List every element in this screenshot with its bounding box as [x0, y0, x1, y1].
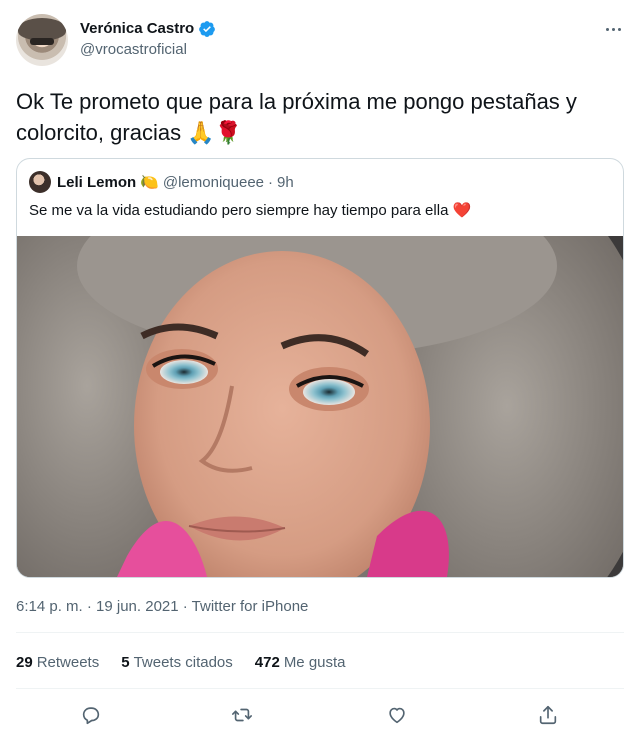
more-icon[interactable]	[602, 20, 624, 38]
tweet-stats: 29 Retweets 5 Tweets citados 472 Me gusta	[16, 654, 346, 671]
quoted-separator: ·	[268, 173, 274, 191]
divider	[16, 632, 624, 633]
quoted-author-handle: @lemoniqueee	[162, 173, 265, 191]
selfie-photo-illustration	[17, 236, 623, 577]
divider	[16, 688, 624, 689]
likes-count: 472	[254, 654, 280, 671]
quoted-photo[interactable]	[17, 236, 623, 577]
quoted-author-name: Leli Lemon	[57, 173, 137, 191]
quoted-tweet-text: Se me va la vida estudiando pero siempre…	[29, 202, 472, 219]
share-icon[interactable]	[537, 704, 561, 728]
retweet-icon[interactable]	[231, 704, 255, 728]
quoted-author-avatar	[29, 171, 51, 193]
verified-badge-icon	[199, 21, 216, 37]
tweet-timestamp-source[interactable]: 6:14 p. m. · 19 jun. 2021 · Twitter for …	[16, 598, 308, 615]
avatar-glasses-shape	[30, 38, 54, 45]
tweet-card: Verónica Castro @vrocastroficial Ok Te p…	[0, 0, 640, 740]
author-handle[interactable]: @vrocastroficial	[80, 41, 187, 58]
quote-tweets-stat[interactable]: 5 Tweets citados	[121, 654, 233, 671]
retweets-stat[interactable]: 29 Retweets	[16, 654, 99, 671]
author-display-name[interactable]: Verónica Castro	[80, 19, 216, 39]
tweet-text: Ok Te prometo que para la próxima me pon…	[16, 89, 577, 145]
likes-label: Me gusta	[283, 654, 346, 671]
quoted-timestamp: 9h	[277, 173, 294, 191]
quote-tweets-label: Tweets citados	[133, 654, 233, 671]
avatar-hat-shape	[18, 18, 66, 40]
quote-tweets-count: 5	[121, 654, 130, 671]
retweets-label: Retweets	[36, 654, 100, 671]
reply-icon[interactable]	[80, 704, 104, 728]
quoted-tweet-header: Leli Lemon 🍋 @lemoniqueee · 9h	[29, 171, 294, 193]
retweets-count: 29	[16, 654, 33, 671]
quoted-name-emoji: 🍋	[140, 174, 159, 191]
likes-stat[interactable]: 472 Me gusta	[255, 654, 346, 671]
author-avatar[interactable]	[16, 14, 68, 66]
quoted-tweet[interactable]: Leli Lemon 🍋 @lemoniqueee · 9h Se me va …	[16, 158, 624, 578]
author-name-text: Verónica Castro	[80, 20, 195, 37]
tweet-actions-bar	[0, 700, 640, 732]
like-icon[interactable]	[386, 704, 410, 728]
